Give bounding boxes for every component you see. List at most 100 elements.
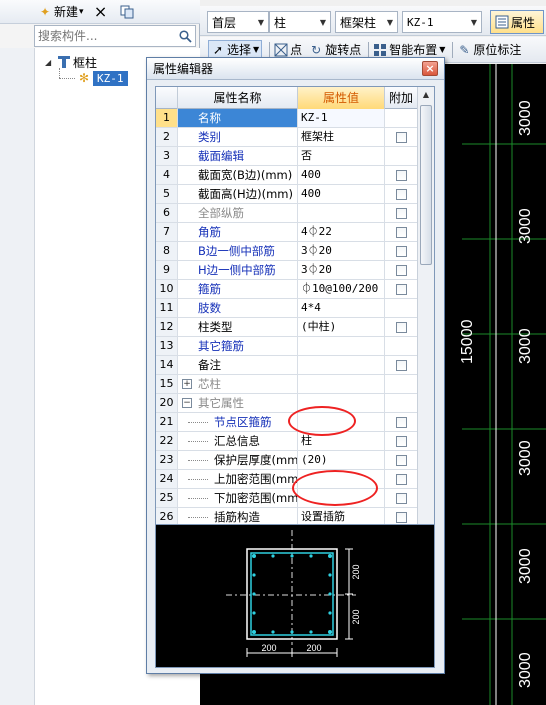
append-checkbox[interactable]	[395, 264, 407, 276]
property-name-text: 柱类型	[198, 320, 233, 334]
append-checkbox[interactable]	[395, 321, 407, 333]
origin-mark-button[interactable]: ✎ 原位标注	[457, 40, 521, 60]
append-cell	[385, 432, 418, 450]
row-index: 13	[156, 337, 178, 355]
property-value[interactable]: ⏀10@100/200	[298, 280, 385, 298]
tree-node-frame-column[interactable]: ◢ 框柱	[45, 54, 97, 70]
property-row[interactable]: 23 保护层厚度(mm) (20)	[156, 451, 418, 470]
new-dropdown-icon[interactable]: ▾	[79, 7, 84, 17]
tree-collapse-icon[interactable]: ◢	[45, 58, 54, 67]
property-row[interactable]: 14 备注	[156, 356, 418, 375]
property-row[interactable]: 25 下加密范围(mm)	[156, 489, 418, 508]
header-append[interactable]: 附加	[385, 87, 418, 109]
row-index: 1	[156, 109, 178, 127]
header-property-value[interactable]: 属性值	[298, 87, 385, 109]
component-select[interactable]: KZ-1 ▼	[402, 11, 482, 33]
property-row[interactable]: 2 类别 框架柱	[156, 128, 418, 147]
property-value[interactable]: 否	[298, 147, 385, 165]
property-value[interactable]: 框架柱	[298, 128, 385, 146]
row-index: 12	[156, 318, 178, 336]
floor-select[interactable]: 首层 ▼	[207, 11, 269, 33]
search-input[interactable]	[35, 27, 175, 45]
property-row[interactable]: 15 + 芯柱	[156, 375, 418, 394]
append-checkbox[interactable]	[395, 511, 407, 523]
property-grid-scrollbar[interactable]: ▲ ▼	[417, 87, 434, 575]
dimension-label: 3000	[517, 548, 534, 584]
delete-button[interactable]: ×	[92, 2, 112, 22]
property-row[interactable]: 8 B边一侧中部筋 3⏀20	[156, 242, 418, 261]
append-cell	[385, 337, 418, 355]
property-value[interactable]: 3⏀20	[298, 261, 385, 279]
property-value[interactable]	[298, 356, 385, 374]
property-row[interactable]: 13 其它箍筋	[156, 337, 418, 356]
property-row[interactable]: 7 角筋 4⏀22	[156, 223, 418, 242]
chevron-down-icon[interactable]: ▼	[253, 45, 259, 54]
property-name-text: 保护层厚度(mm)	[214, 453, 298, 467]
append-checkbox[interactable]	[395, 283, 407, 295]
header-property-name[interactable]: 属性名称	[178, 87, 298, 109]
property-row[interactable]: 3 截面编辑 否	[156, 147, 418, 166]
property-row[interactable]: 21 节点区箍筋	[156, 413, 418, 432]
property-row[interactable]: 9 H边一侧中部筋 3⏀20	[156, 261, 418, 280]
property-editor-titlebar[interactable]: 属性编辑器 ×	[147, 58, 444, 80]
property-value[interactable]: 400	[298, 185, 385, 203]
append-checkbox[interactable]	[395, 473, 407, 485]
append-checkbox[interactable]	[395, 188, 407, 200]
property-row[interactable]: 22 汇总信息柱	[156, 432, 418, 451]
property-row[interactable]: 20− 其它属性	[156, 394, 418, 413]
component-select-value: KZ-1	[407, 15, 434, 29]
property-value[interactable]: KZ-1	[298, 109, 385, 127]
search-field[interactable]	[34, 25, 196, 47]
chevron-down-icon[interactable]: ▼	[439, 45, 445, 54]
append-checkbox[interactable]	[395, 492, 407, 504]
append-checkbox[interactable]	[395, 454, 407, 466]
scroll-thumb[interactable]	[420, 105, 432, 265]
properties-icon	[495, 15, 509, 29]
scroll-up-icon[interactable]: ▲	[418, 87, 434, 103]
panel-strip	[0, 48, 34, 705]
property-row[interactable]: 4 截面宽(B边)(mm) 400	[156, 166, 418, 185]
origin-mark-button-label: 原位标注	[473, 43, 522, 57]
select-button-label: 选择	[227, 43, 252, 57]
property-row[interactable]: 6 全部纵筋	[156, 204, 418, 223]
new-button[interactable]: ✦ 新建 ▾	[36, 2, 86, 22]
append-checkbox[interactable]	[395, 359, 407, 371]
property-row[interactable]: 5 截面高(H边)(mm) 400	[156, 185, 418, 204]
append-checkbox[interactable]	[395, 226, 407, 238]
property-row[interactable]: 10 箍筋 ⏀10@100/200	[156, 280, 418, 299]
tree-node-kz1[interactable]: ✻ KZ-1	[77, 70, 128, 86]
dimension-label: 200	[351, 564, 361, 579]
property-row[interactable]: 1 名称 KZ-1	[156, 109, 418, 128]
row-index: 2	[156, 128, 178, 146]
property-row[interactable]: 24 上加密范围(mm)	[156, 470, 418, 489]
property-value[interactable]	[298, 375, 385, 393]
property-value[interactable]: 4*4	[298, 299, 385, 317]
properties-button[interactable]: 属性	[490, 10, 544, 34]
property-name-text: 其它箍筋	[198, 339, 244, 353]
property-value[interactable]: 3⏀20	[298, 242, 385, 260]
append-checkbox[interactable]	[395, 131, 407, 143]
property-row[interactable]: 12 柱类型 (中柱)	[156, 318, 418, 337]
property-value[interactable]: (中柱)	[298, 318, 385, 336]
append-checkbox[interactable]	[395, 245, 407, 257]
append-checkbox[interactable]	[395, 207, 407, 219]
append-checkbox[interactable]	[395, 169, 407, 181]
property-value[interactable]: 4⏀22	[298, 223, 385, 241]
property-value[interactable]	[298, 204, 385, 222]
expand-icon[interactable]: +	[182, 379, 192, 389]
append-checkbox[interactable]	[395, 416, 407, 428]
property-value[interactable]: 400	[298, 166, 385, 184]
property-rows: 1 名称 KZ-1 2 类别 框架柱 3 截面编辑 否 4 截面宽(B边)(mm) 400 5 截面高(H…	[156, 109, 418, 527]
collapse-icon[interactable]: −	[182, 398, 192, 408]
property-editor-window[interactable]: 属性编辑器 × 属性名称 属性值 附加 1 名称 KZ-1 2 类别 框架柱 3 截面编辑否 4…	[146, 57, 445, 674]
property-value[interactable]	[298, 337, 385, 355]
property-row[interactable]: 11 肢数 4*4	[156, 299, 418, 318]
type-select[interactable]: 柱 ▼	[269, 11, 331, 33]
close-button[interactable]: ×	[422, 61, 438, 76]
search-icon[interactable]	[175, 26, 195, 46]
property-value[interactable]: (20)	[298, 451, 385, 469]
append-checkbox[interactable]	[395, 435, 407, 447]
row-index: 20	[156, 394, 178, 412]
subtype-select[interactable]: 框架柱 ▼	[335, 11, 398, 33]
copy-button[interactable]	[118, 2, 138, 22]
